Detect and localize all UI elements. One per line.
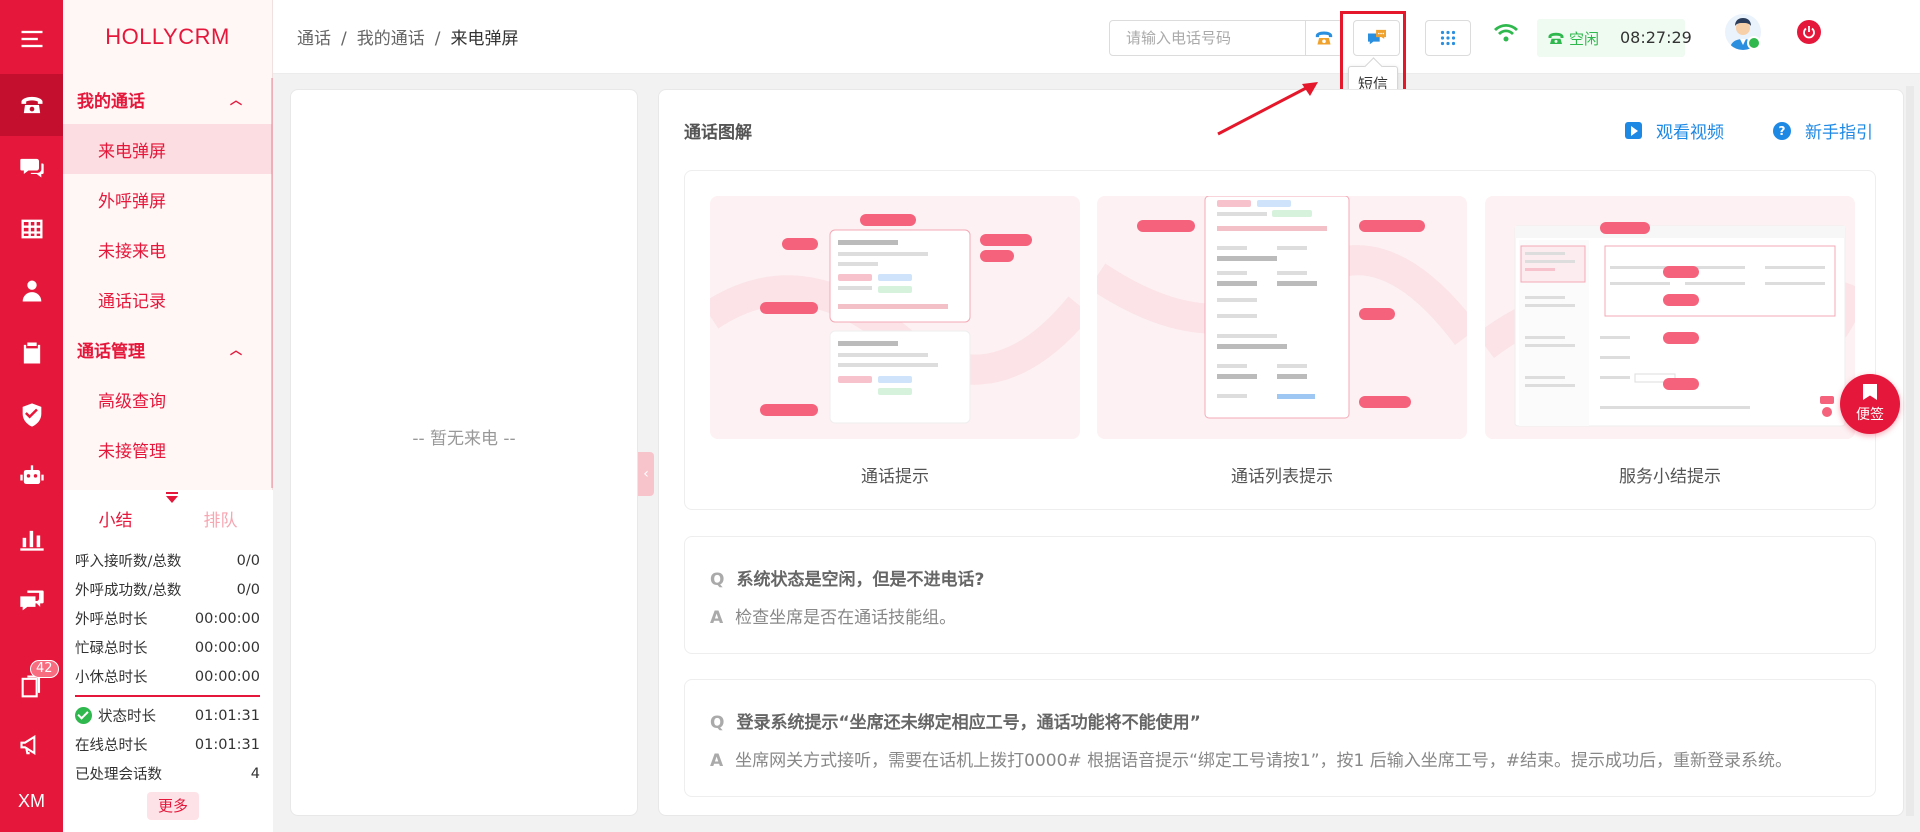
page-scrollbar[interactable]	[1906, 86, 1914, 816]
tab-queue[interactable]: 排队	[168, 506, 273, 531]
nav-group-label: 通话管理	[77, 341, 145, 362]
main-content: 通话图解 观看视频 ? 新手指引 通话提示 通话列表提示 服务小结提示 Q 系统…	[658, 89, 1904, 816]
faq-question: Q 系统状态是空闲，但是不进电话?	[710, 570, 985, 590]
illustration-caption: 服务小结提示	[1619, 467, 1721, 487]
note-button[interactable]: 便签	[1840, 374, 1900, 434]
section-title: 通话图解	[684, 123, 752, 143]
megaphone-icon[interactable]	[0, 714, 63, 776]
shield-icon[interactable]	[0, 384, 63, 446]
xm-icon[interactable]: XM	[0, 770, 63, 832]
phone-dial-icon	[1315, 31, 1332, 45]
summary-row: 小休总时长 00:00:00	[75, 668, 260, 687]
summary-divider	[75, 695, 260, 697]
faq-answer: A 坐席网关方式接听，需要在话机上拨打0000# 根据语音提示“绑定工号请按1”，…	[710, 751, 1792, 771]
tab-indicator	[166, 492, 178, 494]
summary-row: 状态时长 01:01:31	[63, 701, 273, 730]
message-icon[interactable]	[0, 570, 63, 632]
status-text: 空闲	[1569, 29, 1600, 48]
play-icon	[1625, 122, 1642, 139]
icon-rail: 42 XM	[0, 0, 63, 832]
phone-number-input[interactable]	[1109, 20, 1306, 56]
faq-item: Q 登录系统提示“坐席还未绑定相应工号，通话功能将不能使用” A 坐席网关方式接听，…	[684, 679, 1876, 797]
watch-video-link[interactable]: 观看视频	[1625, 118, 1724, 143]
more-button[interactable]: 更多	[147, 792, 200, 820]
annotation-arrow	[1217, 82, 1318, 136]
collapse-panel-button[interactable]: ‹	[638, 452, 654, 496]
tab-summary[interactable]: 小结	[63, 506, 168, 531]
brand-logo: HOLLYCRM	[105, 24, 230, 49]
summary-row: 外呼成功数/总数 0/0	[75, 581, 260, 600]
nav-item-advanced-query[interactable]: 高级查询	[63, 374, 272, 424]
nav-item-incoming-popup[interactable]: 来电弹屏	[63, 124, 272, 174]
summary-row: 呼入接听数/总数 0/0	[75, 552, 260, 571]
nav-item-missed-calls[interactable]: 未接来电	[63, 224, 272, 274]
summary-row: 已处理会话数 4	[75, 765, 260, 784]
breadcrumb-item[interactable]: 通话	[297, 29, 331, 49]
summary-tabs: 小结 排队	[63, 490, 273, 546]
phone-icon[interactable]	[0, 74, 63, 136]
chevron-left-icon: ‹	[643, 466, 649, 482]
dialpad-button[interactable]	[1425, 20, 1471, 56]
breadcrumb-current: 来电弹屏	[450, 29, 519, 49]
tab-indicator-arrow	[166, 496, 178, 503]
nav-group-call-management[interactable]: 通话管理 ︿	[63, 324, 272, 374]
check-circle-icon	[75, 707, 92, 724]
summary-panel: 小结 排队 呼入接听数/总数 0/0 外呼成功数/总数 0/0 外呼总时长 00:00…	[63, 490, 273, 832]
beginner-guide-link[interactable]: ? 新手指引	[1773, 118, 1873, 143]
nav-item-missed-management[interactable]: 未接管理	[63, 424, 272, 474]
table-icon[interactable]	[0, 198, 63, 260]
menu-icon[interactable]	[0, 8, 63, 70]
illustration-caption: 通话提示	[861, 467, 929, 487]
illustration-gallery: 通话提示 通话列表提示 服务小结提示	[684, 170, 1876, 510]
illustration-caption: 通话列表提示	[1231, 467, 1333, 487]
power-icon[interactable]	[1797, 20, 1821, 44]
wifi-icon	[1493, 22, 1519, 48]
faq-question: Q 登录系统提示“坐席还未绑定相应工号，通话功能将不能使用”	[710, 713, 1201, 733]
bookmark-icon	[1863, 384, 1877, 400]
breadcrumb: 通话 / 我的通话 / 来电弹屏	[297, 29, 519, 49]
nav-item-outbound-popup[interactable]: 外呼弹屏	[63, 174, 272, 224]
chat-icon[interactable]	[0, 136, 63, 198]
nav-item-call-records[interactable]: 通话记录	[63, 274, 272, 324]
incoming-call-panel: -- 暂无来电 --	[290, 89, 638, 816]
chevron-up-icon: ︿	[229, 342, 242, 357]
bar-chart-icon[interactable]	[0, 508, 63, 570]
illustration-call-tip[interactable]	[710, 196, 1080, 439]
status-timer: 08:27:29	[1620, 28, 1692, 47]
breadcrumb-item[interactable]: 我的通话	[357, 29, 425, 49]
nav-group-label: 我的通话	[77, 91, 145, 112]
tasks-badge: 42	[30, 660, 59, 678]
faq-answer: A 检查坐席是否在通话技能组。	[710, 608, 957, 628]
robot-icon[interactable]	[0, 446, 63, 508]
dial-button[interactable]	[1306, 20, 1342, 56]
faq-item: Q 系统状态是空闲，但是不进电话? A 检查坐席是否在通话技能组。	[684, 536, 1876, 654]
summary-row: 外呼总时长 00:00:00	[75, 610, 260, 629]
illustration-call-list-tip[interactable]	[1097, 196, 1467, 439]
phone-status-icon	[1548, 32, 1564, 44]
chevron-up-icon: ︿	[229, 92, 242, 107]
user-icon[interactable]	[0, 260, 63, 322]
summary-row: 在线总时长 01:01:31	[75, 736, 260, 755]
dialpad-icon	[1440, 30, 1456, 46]
illustration-service-summary-tip[interactable]	[1485, 196, 1855, 439]
help-icon: ?	[1773, 121, 1791, 140]
clipboard-icon[interactable]	[0, 322, 63, 384]
online-indicator	[1747, 36, 1761, 50]
tasks-icon[interactable]: 42	[0, 656, 63, 718]
top-bar: 通话/我的通话/来电弹屏 短信 空闲 08:27:29	[273, 0, 1920, 119]
nav-scrollbar[interactable]	[271, 78, 273, 488]
empty-state-text: -- 暂无来电 --	[412, 429, 516, 449]
summary-row: 忙碌总时长 00:00:00	[75, 639, 260, 658]
nav-group-my-calls[interactable]: 我的通话 ︿	[63, 74, 272, 124]
